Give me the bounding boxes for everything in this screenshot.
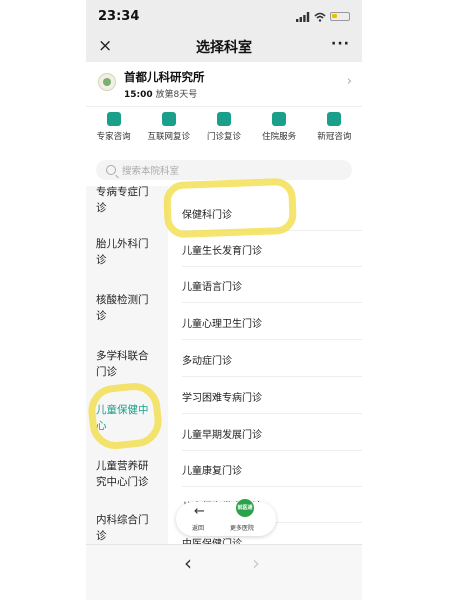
clinic-item[interactable]: 多动症门诊	[182, 352, 352, 367]
battery-icon	[330, 11, 350, 21]
arrow-left-icon[interactable]: ←	[194, 504, 205, 519]
bed-icon	[272, 112, 287, 126]
department-item[interactable]: 多学科联合门诊	[96, 348, 158, 380]
chat-icon	[327, 112, 342, 126]
clinic-item[interactable]: 学习困难专病门诊	[182, 389, 352, 404]
tab-label: 新冠咨询	[317, 132, 352, 142]
release-time-text: 放第8天号	[155, 90, 198, 100]
chevron-right-icon: ›	[346, 74, 352, 89]
tab-inpatient-service[interactable]: 住院服务	[252, 112, 307, 152]
page-title: 选择科室	[196, 40, 252, 56]
clinic-item[interactable]: 儿童早期发展门诊	[182, 426, 352, 441]
department-item[interactable]: 内科综合门诊	[96, 512, 158, 544]
browser-nav-bar: ‹ ›	[86, 544, 362, 585]
back-label[interactable]: 返回	[192, 523, 204, 532]
hospital-release-time: 15:00 放第8天号	[124, 87, 197, 100]
divider	[182, 376, 362, 377]
tab-label: 互联网复诊	[147, 132, 191, 142]
tab-label: 住院服务	[262, 132, 297, 142]
doctor-icon	[106, 112, 121, 126]
clinic-item[interactable]: 儿童心理卫生门诊	[182, 315, 352, 330]
forward-arrow-icon[interactable]: ›	[252, 551, 260, 575]
hospital-logo-icon	[98, 73, 116, 91]
tab-label: 门诊复诊	[206, 132, 241, 142]
divider	[182, 302, 362, 303]
clinic-list: 保健科门诊 儿童生长发育门诊 儿童语言门诊 儿童心理卫生门诊 多动症门诊 学习困…	[168, 186, 362, 546]
wifi-icon	[314, 7, 326, 26]
close-button[interactable]: ×	[98, 36, 112, 56]
search-input[interactable]: 搜索本院科室	[96, 160, 352, 180]
hospital-card[interactable]: 首都儿科研究所 15:00 放第8天号 ›	[86, 62, 362, 107]
phone-icon	[161, 112, 176, 126]
tab-expert-consult[interactable]: 专家咨询	[86, 112, 141, 152]
search-placeholder: 搜索本院科室	[122, 166, 180, 177]
hospital-name: 首都儿科研究所	[124, 70, 205, 84]
home-indicator-area	[86, 584, 362, 600]
calendar-icon	[216, 112, 231, 126]
divider	[182, 486, 362, 487]
department-list: 专病专症门诊 胎儿外科门诊 核酸检测门诊 多学科联合门诊 儿童保健中心 儿童营养…	[86, 186, 168, 546]
tab-clinic-revisit[interactable]: 门诊复诊	[196, 112, 251, 152]
divider	[182, 266, 362, 267]
phone-screen: 23:34 × 选择科室 ··· 首都儿科研究所 15:00 放第8天号 › 专…	[86, 0, 362, 600]
title-bar: × 选择科室 ···	[86, 32, 362, 62]
search-icon	[106, 165, 116, 175]
clinic-item[interactable]: 儿童语言门诊	[182, 278, 352, 293]
department-item[interactable]: 核酸检测门诊	[96, 292, 158, 324]
more-options-button[interactable]: ···	[331, 36, 350, 52]
service-tabs: 专家咨询 互联网复诊 门诊复诊 住院服务 新冠咨询	[86, 112, 362, 152]
highlight-annotation	[163, 177, 297, 239]
tab-label: 专家咨询	[96, 132, 131, 142]
more-hospitals-label[interactable]: 更多医院	[230, 523, 254, 532]
tab-internet-revisit[interactable]: 互联网复诊	[141, 112, 196, 152]
floating-action-bar: ← 返回 就医通 更多医院	[176, 499, 276, 536]
status-bar: 23:34	[86, 0, 362, 32]
clinic-item[interactable]: 儿童生长发育门诊	[182, 242, 352, 257]
divider	[182, 413, 362, 414]
divider	[182, 450, 362, 451]
status-icons	[296, 7, 350, 26]
release-time-bold: 15:00	[124, 90, 153, 100]
signal-icon	[296, 7, 310, 26]
clinic-item[interactable]: 儿童康复门诊	[182, 462, 352, 477]
tab-covid-consult[interactable]: 新冠咨询	[307, 112, 362, 152]
more-hospitals-icon[interactable]: 就医通	[236, 499, 254, 517]
department-item[interactable]: 胎儿外科门诊	[96, 236, 158, 268]
department-item[interactable]: 儿童营养研究中心门诊	[96, 458, 158, 490]
divider	[182, 339, 362, 340]
department-item[interactable]: 专病专症门诊	[96, 186, 158, 216]
back-arrow-icon[interactable]: ‹	[184, 551, 192, 575]
status-time: 23:34	[98, 8, 140, 24]
